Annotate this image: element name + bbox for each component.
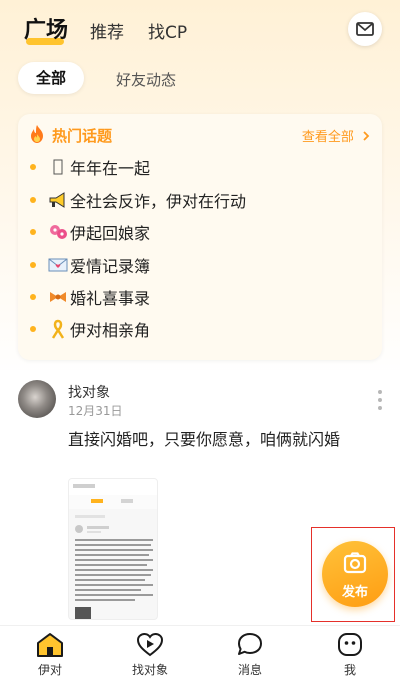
- topic-label: 爱情记录簿: [70, 257, 151, 276]
- calendar-emoji-icon: [48, 157, 68, 177]
- publish-button[interactable]: 发布: [322, 541, 388, 607]
- nav-find-partner[interactable]: 找对象: [115, 632, 185, 682]
- bullet-dot: [30, 229, 36, 235]
- screenshot-thumbnail-image: [69, 479, 157, 619]
- nav-label: 伊对: [37, 663, 62, 677]
- filter-friends-button[interactable]: 好友动态: [116, 69, 176, 90]
- bullet-dot: [30, 164, 36, 170]
- topic-item[interactable]: 全社会反诈，伊对在行动: [30, 187, 246, 213]
- topic-item[interactable]: 伊对相亲角: [30, 316, 150, 342]
- bottom-navigation: 伊对 找对象 消息 我: [0, 625, 400, 683]
- topic-item[interactable]: 爱情记录簿: [30, 252, 150, 278]
- topic-label: 婚礼喜事录: [70, 289, 151, 308]
- nav-home[interactable]: 伊对: [15, 632, 85, 682]
- topic-item[interactable]: 婚礼喜事录: [30, 284, 150, 310]
- bullet-dot: [30, 326, 36, 332]
- topic-label: 年年在一起: [70, 159, 151, 178]
- nav-label: 找对象: [131, 663, 168, 677]
- heart-play-icon: [136, 632, 164, 658]
- megaphone-icon: [48, 190, 68, 210]
- home-icon: [36, 632, 64, 658]
- tab-find-cp[interactable]: 找CP: [148, 18, 187, 43]
- see-all-link[interactable]: 查看全部: [302, 126, 370, 145]
- nav-messages[interactable]: 消息: [215, 632, 285, 682]
- hot-topics-card: 热门话题 查看全部 年年在一起 全社会反诈，伊对在行动 伊起回娘家 爱情记录簿 …: [18, 114, 382, 360]
- flowers-icon: [48, 222, 68, 242]
- envelope-icon: [356, 22, 374, 36]
- ribbon-bow-icon: [48, 287, 68, 307]
- post-image-thumbnail[interactable]: [68, 478, 158, 620]
- bullet-dot: [30, 197, 36, 203]
- awareness-ribbon-icon: [48, 319, 68, 339]
- hot-topics-title: 热门话题: [52, 127, 113, 145]
- topic-item[interactable]: 年年在一起: [30, 154, 150, 180]
- post-author[interactable]: 找对象: [68, 382, 110, 402]
- filter-all-button[interactable]: 全部: [18, 62, 84, 94]
- header: 广场 推荐 找CP: [0, 0, 400, 60]
- more-options-icon[interactable]: [378, 390, 382, 410]
- nav-label: 我: [343, 663, 356, 677]
- profile-icon: [336, 632, 364, 658]
- fire-icon: [31, 125, 43, 143]
- avatar[interactable]: [18, 380, 56, 418]
- mail-button[interactable]: [348, 12, 382, 46]
- bullet-dot: [30, 294, 36, 300]
- topic-label: 伊起回娘家: [70, 224, 151, 243]
- see-all-label: 查看全部: [301, 130, 354, 145]
- topic-label: 全社会反诈，伊对在行动: [70, 192, 247, 211]
- love-letter-icon: [48, 255, 68, 275]
- tab-recommend[interactable]: 推荐: [90, 18, 124, 43]
- camera-icon: [343, 552, 367, 574]
- post-text: 直接闪婚吧，只要你愿意，咱俩就闪婚: [68, 430, 341, 449]
- topic-item[interactable]: 伊起回娘家: [30, 219, 150, 245]
- publish-label: 发布: [341, 585, 368, 600]
- post-date: 12月31日: [68, 404, 123, 418]
- tab-square[interactable]: 广场: [24, 12, 68, 44]
- bullet-dot: [30, 262, 36, 268]
- nav-me[interactable]: 我: [315, 632, 385, 682]
- topic-label: 伊对相亲角: [70, 321, 151, 340]
- nav-label: 消息: [237, 663, 262, 677]
- chat-bubble-icon: [236, 632, 264, 658]
- chevron-right-icon: [363, 131, 370, 141]
